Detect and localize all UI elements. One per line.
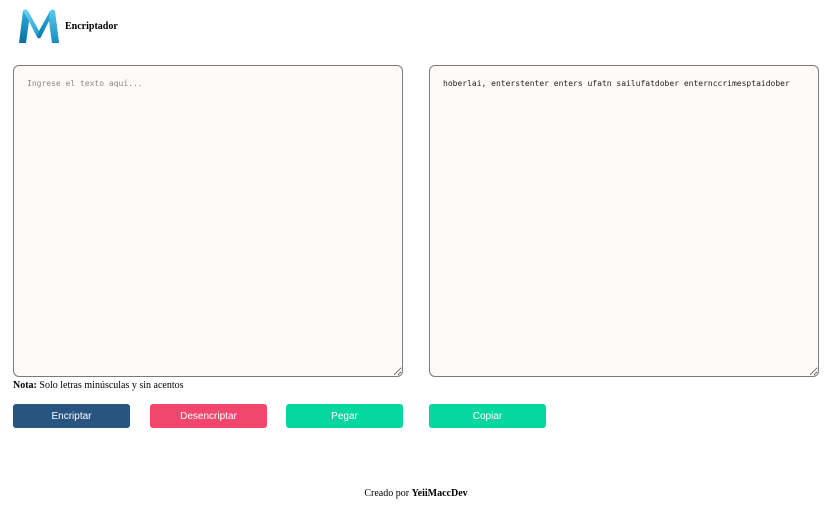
- decrypt-button[interactable]: Desencriptar: [150, 404, 267, 428]
- encrypt-button[interactable]: Encriptar: [13, 404, 130, 428]
- output-textarea[interactable]: [429, 65, 819, 377]
- header: Encriptador: [17, 7, 118, 45]
- paste-button[interactable]: Pegar: [286, 404, 403, 428]
- copy-button[interactable]: Copiar: [429, 404, 546, 428]
- footer: Creado por YeiiMaccDev: [0, 488, 832, 499]
- note-body: Solo letras minúsculas y sin acentos: [36, 380, 184, 391]
- note-text: Nota: Solo letras minúsculas y sin acent…: [13, 380, 184, 391]
- input-textarea[interactable]: [13, 65, 403, 377]
- footer-author: YeiiMaccDev: [411, 488, 468, 499]
- app-title: Encriptador: [65, 20, 118, 32]
- note-label: Nota:: [13, 380, 37, 391]
- footer-prefix: Creado por: [364, 488, 412, 499]
- m-logo-icon: [19, 9, 59, 43]
